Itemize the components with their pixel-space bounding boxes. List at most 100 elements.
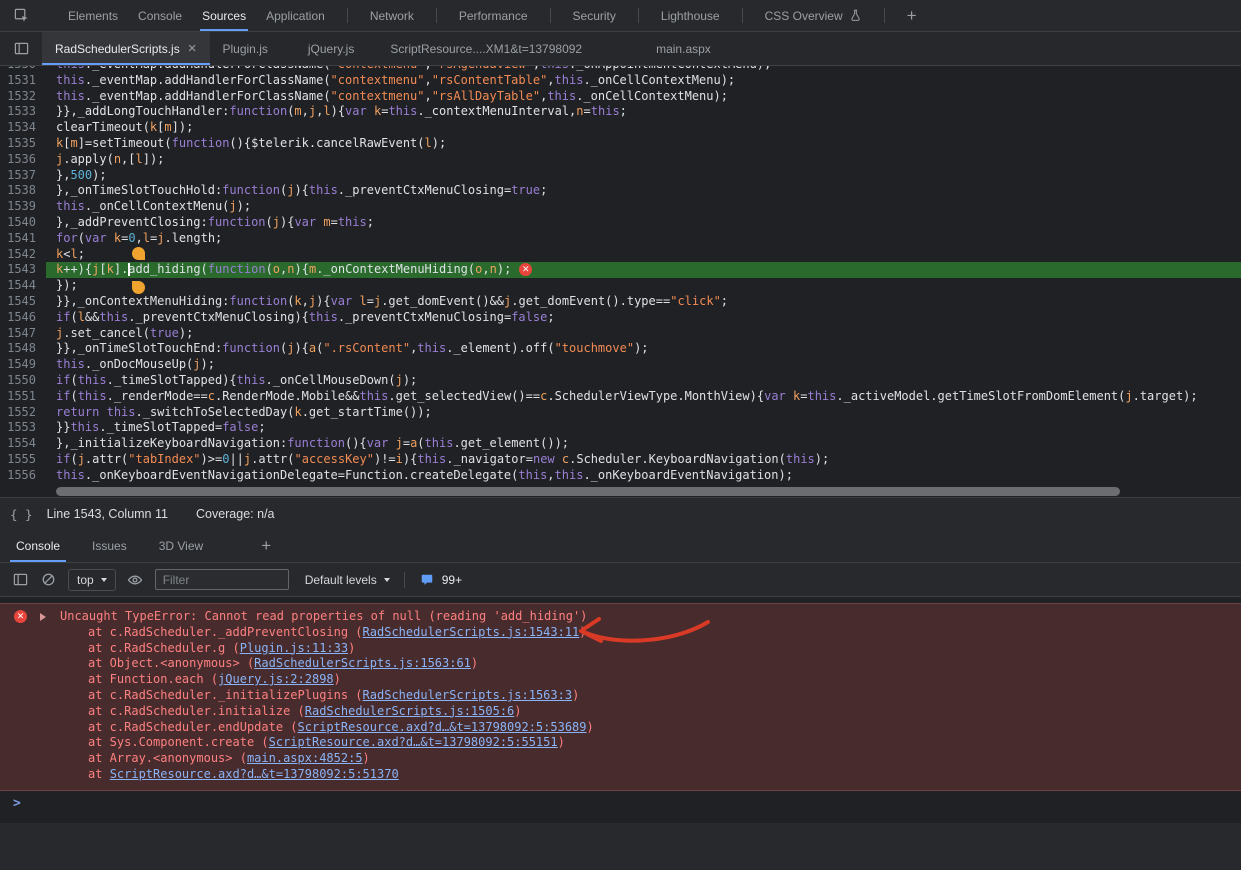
source-editor[interactable]: 1530this._eventMap.addHandlerForClassNam…: [0, 66, 1241, 497]
line-number[interactable]: 1553: [0, 420, 46, 436]
stack-trace: at c.RadScheduler._addPreventClosing (Ra…: [14, 625, 1233, 783]
line-number[interactable]: 1550: [0, 373, 46, 389]
code-text: this._onKeyboardEventNavigationDelegate=…: [46, 468, 1241, 484]
tab-elements[interactable]: Elements: [58, 0, 128, 31]
line-number[interactable]: 1552: [0, 405, 46, 421]
stack-frame: at Sys.Component.create (ScriptResource.…: [14, 735, 1233, 751]
coverage-status: Coverage: n/a: [196, 507, 275, 521]
line-number[interactable]: 1532: [0, 89, 46, 105]
line-number[interactable]: 1547: [0, 326, 46, 342]
line-number[interactable]: 1554: [0, 436, 46, 452]
stack-link[interactable]: RadSchedulerScripts.js:1543:11: [363, 625, 580, 639]
stack-link[interactable]: main.aspx:4852:5: [247, 751, 363, 765]
file-tab-radschedulerscripts-js[interactable]: RadSchedulerScripts.js: [42, 32, 210, 65]
line-number[interactable]: 1546: [0, 310, 46, 326]
drawer-tab-console[interactable]: Console: [0, 530, 76, 562]
line-number[interactable]: 1540: [0, 215, 46, 231]
scrollbar-thumb[interactable]: [56, 487, 1120, 496]
code-line: 1545}},_onContextMenuHiding:function(k,j…: [0, 294, 1241, 310]
js-context-selector[interactable]: top: [68, 569, 116, 591]
code-line: 1530this._eventMap.addHandlerForClassNam…: [0, 66, 1241, 73]
line-number[interactable]: 1545: [0, 294, 46, 310]
line-number[interactable]: 1536: [0, 152, 46, 168]
code-line: 1548}},_onTimeSlotTouchEnd:function(j){a…: [0, 341, 1241, 357]
stack-frame-text: at Array.<anonymous> (: [88, 751, 247, 765]
line-number[interactable]: 1548: [0, 341, 46, 357]
code-text: j.set_cancel(true);: [46, 326, 1241, 342]
line-number[interactable]: 1535: [0, 136, 46, 152]
tab-lighthouse[interactable]: Lighthouse: [651, 0, 730, 31]
log-levels-dropdown[interactable]: Default levels: [305, 573, 390, 587]
main-tabs: Elements Console Sources Application Network…: [58, 0, 872, 31]
tab-sources[interactable]: Sources: [192, 0, 256, 31]
tab-label: Sources: [202, 9, 246, 23]
tab-label: Console: [138, 9, 182, 23]
stack-frame-text: at Sys.Component.create (: [88, 735, 269, 749]
tab-network[interactable]: Network: [360, 0, 424, 31]
close-tab-icon[interactable]: [188, 41, 197, 56]
stack-link[interactable]: RadSchedulerScripts.js:1563:3: [363, 688, 573, 702]
navigator-toggle-icon[interactable]: [12, 40, 30, 58]
selection-handle-icon[interactable]: [132, 247, 145, 260]
stack-frame-text: ): [572, 688, 579, 702]
line-number[interactable]: 1530: [0, 66, 46, 73]
live-expression-eye-icon[interactable]: [127, 571, 144, 588]
line-number[interactable]: 1541: [0, 231, 46, 247]
console-sidebar-icon[interactable]: [12, 571, 29, 588]
file-tab-main-aspx[interactable]: main.aspx: [643, 32, 724, 65]
line-number[interactable]: 1555: [0, 452, 46, 468]
stack-link[interactable]: ScriptResource.axd?d…&t=13798092:5:51370: [110, 767, 399, 781]
tab-performance[interactable]: Performance: [449, 0, 538, 31]
line-number[interactable]: 1543: [0, 262, 46, 278]
horizontal-scrollbar[interactable]: [0, 486, 1241, 497]
stack-link[interactable]: Plugin.js:11:33: [240, 641, 348, 655]
stack-link[interactable]: RadSchedulerScripts.js:1563:61: [254, 656, 471, 670]
stack-link[interactable]: ScriptResource.axd?d…&t=13798092:5:55151: [269, 735, 558, 749]
tab-security[interactable]: Security: [563, 0, 626, 31]
sources-file-tabbar: RadSchedulerScripts.js Plugin.js jQuery.js…: [0, 32, 1241, 66]
more-tools-button[interactable]: +: [897, 6, 927, 26]
tab-application[interactable]: Application: [256, 0, 335, 31]
code-lines: 1530this._eventMap.addHandlerForClassNam…: [0, 66, 1241, 484]
expand-stack-icon[interactable]: [40, 613, 46, 621]
file-tab-label: Plugin.js: [223, 42, 268, 56]
issues-counter[interactable]: 99+: [419, 571, 462, 588]
code-line: 1553}}this._timeSlotTapped=false;: [0, 420, 1241, 436]
line-number[interactable]: 1538: [0, 183, 46, 199]
line-number[interactable]: 1551: [0, 389, 46, 405]
line-number[interactable]: 1549: [0, 357, 46, 373]
console-prompt[interactable]: [0, 793, 1241, 815]
file-tab-jquery-js[interactable]: jQuery.js: [295, 32, 367, 65]
line-number[interactable]: 1542: [0, 247, 46, 263]
line-number[interactable]: 1537: [0, 168, 46, 184]
stack-frame-text: ): [363, 751, 370, 765]
line-number[interactable]: 1539: [0, 199, 46, 215]
text-caret: [128, 263, 130, 276]
stack-link[interactable]: jQuery.js:2:2898: [218, 672, 334, 686]
code-text: return this._switchToSelectedDay(k.get_s…: [46, 405, 1241, 421]
line-number[interactable]: 1534: [0, 120, 46, 136]
tab-css-overview[interactable]: CSS Overview: [755, 0, 872, 31]
drawer-tab-3d-view[interactable]: 3D View: [143, 530, 219, 562]
line-number[interactable]: 1533: [0, 104, 46, 120]
stack-frame: at c.RadScheduler.endUpdate (ScriptResou…: [14, 720, 1233, 736]
tabbar-divider: [550, 8, 551, 23]
tab-console[interactable]: Console: [128, 0, 192, 31]
file-tab-scriptresource-xm1-t-13798092[interactable]: ScriptResource....XM1&t=13798092: [377, 32, 595, 65]
drawer-tab-issues[interactable]: Issues: [76, 530, 143, 562]
code-text: }},_addLongTouchHandler:function(m,j,l){…: [46, 104, 1241, 120]
code-line: 1535k[m]=setTimeout(function(){$telerik.…: [0, 136, 1241, 152]
stack-frame: at c.RadScheduler.initialize (RadSchedul…: [14, 704, 1233, 720]
line-number[interactable]: 1544: [0, 278, 46, 294]
line-number[interactable]: 1531: [0, 73, 46, 89]
inspect-element-icon[interactable]: [12, 7, 30, 25]
file-tab-plugin-js[interactable]: Plugin.js: [210, 32, 281, 65]
line-number[interactable]: 1556: [0, 468, 46, 484]
stack-link[interactable]: RadSchedulerScripts.js:1505:6: [305, 704, 515, 718]
add-drawer-tab-button[interactable]: +: [247, 536, 285, 556]
stack-link[interactable]: ScriptResource.axd?d…&t=13798092:5:53689: [298, 720, 587, 734]
clear-console-icon[interactable]: [40, 571, 57, 588]
console-filter-input[interactable]: [155, 569, 289, 590]
pretty-print-icon[interactable]: { }: [10, 507, 33, 522]
code-line: 1546if(l&&this._preventCtxMenuClosing){t…: [0, 310, 1241, 326]
